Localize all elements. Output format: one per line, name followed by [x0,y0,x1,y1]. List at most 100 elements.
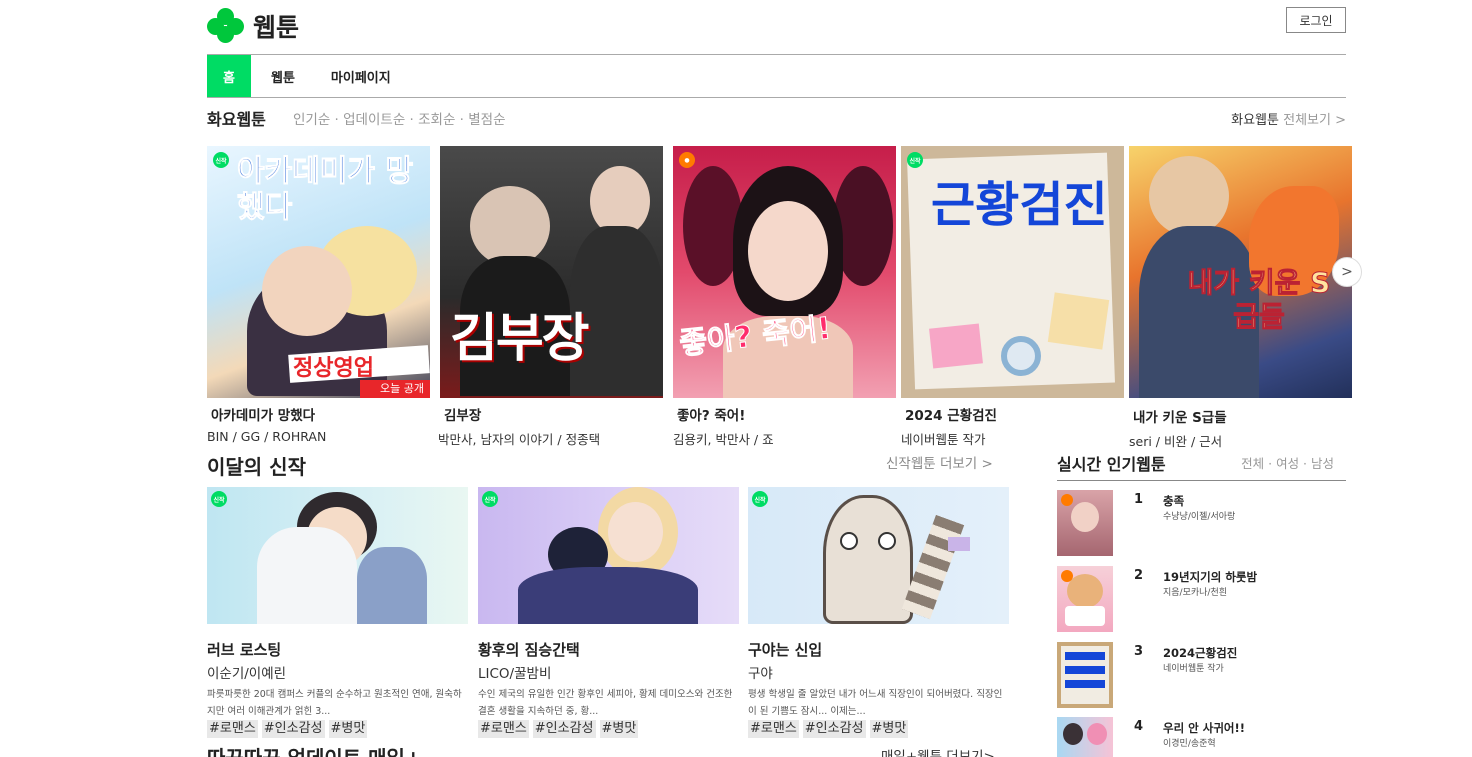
rank-number: 1 [1134,492,1144,507]
rank-title[interactable]: 우리 안 사귀어!! [1163,720,1245,736]
clover-icon [207,8,245,44]
tag-list: #로맨스 #인소감성 #병맛 [748,720,1009,738]
header: 웹툰 로그인 [207,6,1346,54]
cover-title-text: 김부장 [450,309,590,369]
rank-title[interactable]: 2024근황검진 [1163,645,1237,661]
nav-home[interactable]: 홈 [207,55,251,97]
cover-note: 오늘 공개 [380,382,424,395]
webtoon-author: BIN / GG / ROHRAN [207,429,327,444]
webtoon-title[interactable]: 내가 키운 S급들 [1133,406,1352,426]
webtoon-author: 김용키, 박만사 / 죠 [673,432,774,447]
daily-sort-options[interactable]: 인기순 · 업데이트순 · 조회순 · 별점순 [293,108,506,128]
webtoon-thumbnail[interactable]: 아카데미가 망했다 정상영업 오늘 공개 신작 [207,146,430,398]
ranking-filter[interactable]: 전체 · 여성 · 남성 [1241,453,1334,472]
new-series-author: LICO/꿀밤비 [478,666,552,682]
nav-mypage[interactable]: 마이페이지 [331,55,391,97]
main-nav: 홈 웹툰 마이페이지 [207,54,1346,98]
webtoon-title[interactable]: 좋아? 죽어! [677,404,896,424]
daily-view-all-prefix: 화요웹툰 [1231,113,1279,128]
new-series-name[interactable]: 황후의 짐승간택 [478,639,739,660]
webtoon-author: 박만사, 남자의 이야기 / 정종택 [438,432,601,447]
logo[interactable]: 웹툰 [207,8,299,44]
webtoon-card[interactable]: 내가 키운 S급들 내가 키운 S급들 seri / 비완 / 근서 [1129,146,1352,450]
webtoon-thumbnail[interactable]: 내가 키운 S급들 [1129,146,1352,398]
rank-title[interactable]: 충족 [1163,493,1184,509]
tag[interactable]: #로맨스 [748,720,799,738]
nav-webtoon[interactable]: 웹툰 [271,55,295,97]
ranking-header: 실시간 인기웹툰 전체 · 여성 · 남성 [1057,451,1346,481]
update-section-more-link[interactable]: 매일+웹툰 더보기> [881,745,995,757]
adult-badge-icon [1061,570,1073,582]
adult-badge-icon: ● [679,152,695,168]
new-series-name[interactable]: 구야는 신입 [748,639,1009,660]
new-series-title: 이달의 신작 [207,455,306,479]
adult-badge-icon [1061,494,1073,506]
new-badge: 신작 [482,491,498,507]
new-series-description: 평생 학생일 줄 알았던 내가 어느새 직장인이 되어버렸다. 직장인이 된 기… [748,689,1003,717]
webtoon-author: seri / 비완 / 근서 [1129,434,1223,449]
new-series-description: 파릇파릇한 20대 캠퍼스 커플의 순수하고 원초적인 연애, 원숙하지만 여러… [207,689,462,717]
ranking-item[interactable]: 1 충족 수냥냥/이젤/서아랑 [1057,490,1346,556]
tag[interactable]: #병맛 [599,720,639,738]
rank-number: 4 [1134,719,1144,734]
new-series-author: 구야 [748,666,773,682]
webtoon-thumbnail[interactable]: 좋아? 죽어! ● [673,146,896,398]
webtoon-card[interactable]: 근황검진 신작 2024 근황검진 네이버웹툰 작가 [901,146,1124,448]
rank-title[interactable]: 19년지기의 하룻밤 [1163,569,1257,585]
new-series-more-link[interactable]: 신작웹툰 더보기 > [886,452,993,472]
cover-title-text: 내가 키운 S급들 [1187,266,1331,334]
daily-title: 화요웹툰 [207,110,266,129]
new-series-thumbnail[interactable]: 신작 [748,487,1009,624]
new-series-thumbnail[interactable]: 신작 [207,487,468,624]
webtoon-thumbnail[interactable]: 김부장 [440,146,663,398]
rank-author: 지음/모카나/천흰 [1163,588,1228,598]
new-series-card[interactable]: 신작 구야는 신입 구야 평생 학생일 줄 알았던 내가 어느새 직장인이 되어… [748,487,1009,738]
tag[interactable]: #병맛 [869,720,909,738]
tag[interactable]: #인소감성 [532,720,596,738]
ranking-item[interactable]: 2 19년지기의 하룻밤 지음/모카나/천흰 [1057,566,1346,632]
daily-view-all-label: 전체보기 > [1283,113,1346,128]
ranking-thumbnail[interactable] [1057,490,1113,556]
webtoon-card[interactable]: 좋아? 죽어! ● 좋아? 죽어! 김용키, 박만사 / 죠 [673,146,896,448]
new-badge: 신작 [752,491,768,507]
carousel-next-icon[interactable]: > [1332,257,1362,287]
rank-author: 수냥냥/이젤/서아랑 [1163,512,1236,522]
logo-text: 웹툰 [253,13,300,42]
new-series-card[interactable]: 신작 황후의 짐승간택 LICO/꿀밤비 수인 제국의 유일한 인간 황후인 세… [478,487,739,738]
daily-section-header: 화요웹툰 인기순 · 업데이트순 · 조회순 · 별점순 화요웹툰 전체보기 > [207,106,1346,129]
tag[interactable]: #인소감성 [261,720,325,738]
rank-author: 이경민/송준혁 [1163,739,1216,749]
tag-list: #로맨스 #인소감성 #병맛 [207,720,468,738]
webtoon-author: 네이버웹툰 작가 [901,432,986,447]
tag[interactable]: #로맨스 [478,720,529,738]
ranking-thumbnail[interactable] [1057,566,1113,632]
rank-author: 네이버웹툰 작가 [1163,664,1224,674]
tag[interactable]: #병맛 [328,720,368,738]
new-badge: 신작 [211,491,227,507]
webtoon-card[interactable]: 아카데미가 망했다 정상영업 오늘 공개 신작 아카데미가 망했다 BIN / … [207,146,430,444]
login-button[interactable]: 로그인 [1286,7,1346,33]
new-series-description: 수인 제국의 유일한 인간 황후인 세피아, 황제 데미오스와 건조한 결혼 생… [478,689,733,717]
webtoon-card[interactable]: 김부장 김부장 박만사, 남자의 이야기 / 정종택 [438,146,663,448]
webtoon-title[interactable]: 김부장 [444,404,663,424]
ranking-item[interactable]: 3 2024근황검진 네이버웹툰 작가 [1057,642,1346,708]
webtoon-title[interactable]: 2024 근황검진 [905,404,1124,424]
ranking-item[interactable]: 4 우리 안 사귀어!! 이경민/송준혁 [1057,717,1346,757]
new-series-name[interactable]: 러브 로스팅 [207,639,468,660]
webtoon-thumbnail[interactable]: 근황검진 신작 [901,146,1124,398]
cover-title-text: 아카데미가 망했다 [237,154,414,226]
ranking-thumbnail[interactable] [1057,642,1113,708]
rank-number: 2 [1134,568,1144,583]
new-series-thumbnail[interactable]: 신작 [478,487,739,624]
cover-title-text: 근황검진 [931,177,1108,233]
cover-sub-text: 정상영업 [293,356,374,381]
tag[interactable]: #인소감성 [802,720,866,738]
daily-view-all-link[interactable]: 화요웹툰 전체보기 > [1231,109,1346,128]
new-series-author: 이순기/이예린 [207,666,287,682]
tag[interactable]: #로맨스 [207,720,258,738]
new-badge: 신작 [907,152,923,168]
ranking-thumbnail[interactable] [1057,717,1113,757]
ranking-title: 실시간 인기웹툰 [1057,455,1166,474]
new-series-card[interactable]: 신작 러브 로스팅 이순기/이예린 파릇파릇한 20대 캠퍼스 커플의 순수하고… [207,487,468,738]
webtoon-title[interactable]: 아카데미가 망했다 [211,404,430,424]
